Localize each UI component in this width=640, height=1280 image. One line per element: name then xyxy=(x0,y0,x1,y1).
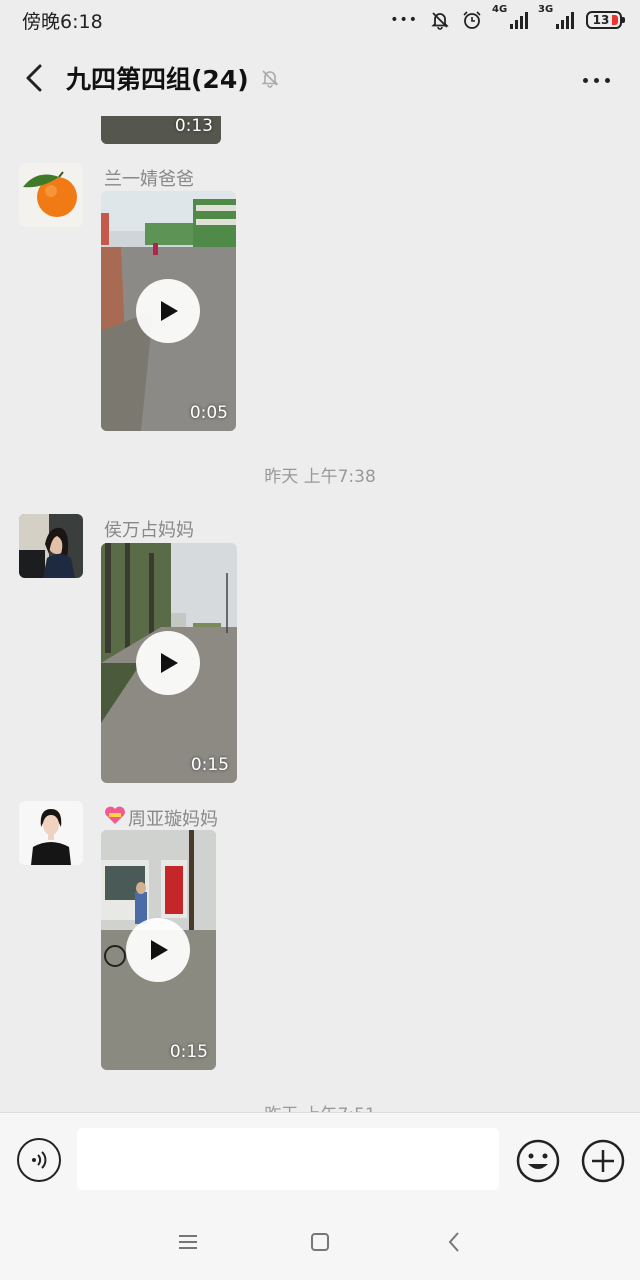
status-icons: ••• 4G 3G 13 xyxy=(390,4,625,30)
video-message[interactable]: 0:05 xyxy=(101,191,236,431)
back-arrow-icon xyxy=(448,1232,459,1252)
home-button[interactable] xyxy=(306,1228,334,1256)
play-icon xyxy=(161,301,178,321)
woman-black-dress-avatar[interactable] xyxy=(19,801,83,865)
video-duration: 0:13 xyxy=(174,116,213,136)
chat-timestamp: 昨天 上午7:51 xyxy=(0,1100,640,1112)
system-back-button[interactable] xyxy=(440,1228,468,1256)
system-nav-bar xyxy=(0,1204,640,1280)
play-icon xyxy=(151,940,168,960)
heart-gift-icon xyxy=(104,805,126,829)
orange-fruit-avatar[interactable] xyxy=(19,163,83,227)
status-time: 傍晚6:18 xyxy=(22,10,103,33)
signal-icon: 3G xyxy=(538,4,574,29)
status-bar: 傍晚6:18 ••• 4G 3G 13 xyxy=(0,0,640,40)
bell-off-icon xyxy=(259,67,281,89)
chat-messages[interactable]: 0:13 兰一婧爸爸 0:05 昨天 上午7:38 侯万占妈妈 0:15 周亚璇… xyxy=(0,116,640,1112)
chat-timestamp: 昨天 上午7:38 xyxy=(264,467,376,487)
video-message[interactable]: 0:15 xyxy=(101,830,216,1070)
woman-portrait-avatar[interactable] xyxy=(19,514,83,578)
menu-icon xyxy=(179,1235,197,1249)
sender-name: 侯万占妈妈 xyxy=(104,520,194,541)
plus-button[interactable] xyxy=(580,1138,626,1184)
chevron-left-icon xyxy=(26,64,42,92)
play-button[interactable] xyxy=(136,279,200,343)
video-duration: 0:05 xyxy=(189,403,228,423)
sender-name: 兰一婧爸爸 xyxy=(104,169,194,190)
home-square-icon xyxy=(311,1233,329,1251)
notification-dots: ••• xyxy=(390,12,418,28)
voice-button[interactable] xyxy=(17,1138,61,1182)
plus-icon xyxy=(581,1139,625,1183)
sender-name: 周亚璇妈妈 xyxy=(128,809,218,830)
menu-button[interactable] xyxy=(174,1228,202,1256)
mute-bell-icon xyxy=(431,12,449,30)
play-button[interactable] xyxy=(126,918,190,982)
video-message[interactable]: 0:15 xyxy=(101,543,237,783)
video-duration: 0:15 xyxy=(190,755,229,775)
message-input[interactable] xyxy=(77,1128,499,1190)
chat-title[interactable]: 九四第四组(24) xyxy=(66,60,249,96)
emoji-smile-icon xyxy=(516,1139,560,1183)
play-icon xyxy=(161,653,178,673)
video-duration: 0:15 xyxy=(169,1042,208,1062)
signal-icon: 4G xyxy=(492,4,528,29)
more-dots-icon[interactable] xyxy=(583,78,610,83)
video-message[interactable]: 0:13 xyxy=(101,116,221,144)
back-button[interactable] xyxy=(20,64,48,92)
play-button[interactable] xyxy=(136,631,200,695)
chat-header: 九四第四组(24) xyxy=(0,40,640,116)
emoji-button[interactable] xyxy=(515,1138,561,1184)
voice-icon xyxy=(32,1151,47,1169)
battery-icon: 13 xyxy=(586,11,625,29)
alarm-icon xyxy=(463,11,481,29)
input-bar xyxy=(0,1112,640,1204)
